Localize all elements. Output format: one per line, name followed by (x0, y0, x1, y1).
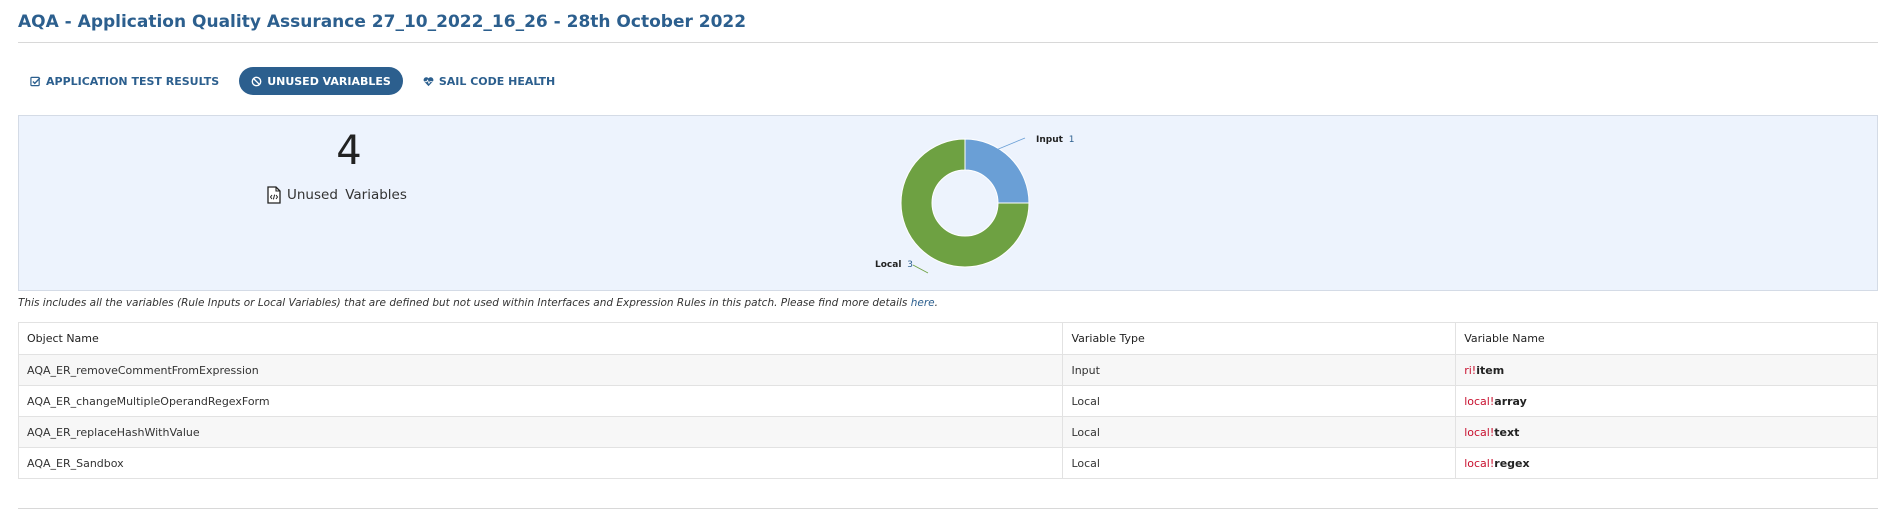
variable-name: text (1494, 425, 1520, 439)
description-suffix: . (934, 297, 938, 309)
tab-label: APPLICATION TEST RESULTS (46, 74, 220, 88)
file-code-icon (267, 186, 281, 204)
legend-label-local: Local 3 (875, 260, 913, 270)
tab-application-test-results[interactable]: APPLICATION TEST RESULTS (18, 67, 231, 95)
variable-name-cell: ri!item (1455, 354, 1878, 386)
heartbeat-icon (423, 76, 434, 86)
tab-unused-variables[interactable]: UNUSED VARIABLES (239, 67, 403, 95)
leader-line-input (995, 137, 1026, 151)
variable-name: item (1476, 363, 1505, 377)
leader-line-local (912, 264, 929, 274)
object-name-cell: AQA_ER_removeCommentFromExpression (17, 354, 1064, 386)
column-header-variable-name[interactable]: Variable Name (1455, 322, 1878, 355)
variable-name: regex (1494, 456, 1530, 470)
unused-variables-table: Object Name Variable Type Variable Name … (17, 322, 1878, 479)
details-link[interactable]: here (911, 297, 935, 309)
variable-name-cell: local!array (1455, 385, 1878, 417)
tab-bar: APPLICATION TEST RESULTS UNUSED VARIABLE… (18, 67, 567, 95)
variable-prefix: local! (1464, 425, 1495, 439)
input-label-value: 1 (1069, 135, 1075, 145)
column-header-variable-type[interactable]: Variable Type (1062, 322, 1457, 355)
page-title: AQA - Application Quality Assurance 27_1… (18, 12, 747, 32)
table-row: AQA_ER_changeMultipleOperandRegexForm Lo… (17, 385, 1878, 417)
check-square-icon (30, 76, 41, 86)
bottom-divider (18, 508, 1878, 509)
column-header-object-name[interactable]: Object Name (17, 322, 1064, 355)
table-row: AQA_ER_removeCommentFromExpression Input… (17, 354, 1878, 386)
variable-prefix: local! (1464, 456, 1495, 470)
local-label-value: 3 (907, 260, 913, 270)
variable-type-cell: Local (1062, 385, 1457, 417)
object-name-cell: AQA_ER_Sandbox (17, 447, 1064, 479)
description-body: This includes all the variables (Rule In… (18, 297, 911, 309)
variable-type-cell: Local (1062, 447, 1457, 479)
table-row: AQA_ER_Sandbox Local local!regex (17, 447, 1878, 479)
variable-type-cell: Input (1062, 354, 1457, 386)
variable-prefix: ri! (1464, 363, 1477, 377)
table-row: AQA_ER_replaceHashWithValue Local local!… (17, 416, 1878, 448)
unused-variables-label: Unused Variables (287, 187, 407, 203)
object-name-cell: AQA_ER_changeMultipleOperandRegexForm (17, 385, 1064, 417)
tab-sail-code-health[interactable]: SAIL CODE HEALTH (411, 67, 567, 95)
tab-label: UNUSED VARIABLES (267, 74, 391, 88)
input-label-name: Input (1036, 135, 1064, 145)
local-label-name: Local (875, 260, 901, 270)
title-divider (18, 42, 1878, 43)
unused-variables-count: 4 (336, 128, 362, 174)
legend-label-input: Input 1 (1036, 135, 1075, 145)
summary-panel: 4 Unused Variables Input 1 Local 3 (18, 115, 1878, 291)
variable-type-donut-chart: Input 1 Local 3 (875, 135, 1075, 274)
ban-icon (251, 76, 262, 86)
variable-name-cell: local!text (1455, 416, 1878, 448)
variable-name: array (1494, 394, 1527, 408)
table-header-row: Object Name Variable Type Variable Name (17, 322, 1878, 355)
kpi-label-row: Unused Variables (267, 186, 407, 204)
donut-slice-input[interactable] (964, 138, 1030, 204)
tab-label: SAIL CODE HEALTH (438, 74, 556, 88)
object-name-cell: AQA_ER_replaceHashWithValue (17, 416, 1064, 448)
variable-name-cell: local!regex (1455, 447, 1878, 479)
description-text: This includes all the variables (Rule In… (18, 297, 938, 309)
variable-type-cell: Local (1062, 416, 1457, 448)
variable-prefix: local! (1464, 394, 1495, 408)
